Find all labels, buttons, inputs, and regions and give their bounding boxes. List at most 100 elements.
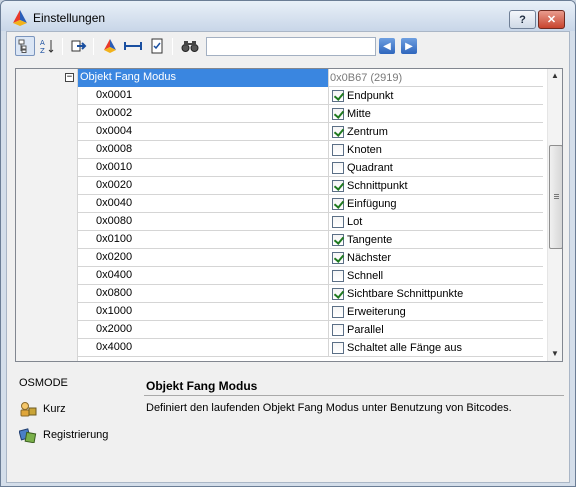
checkbox-label: Schnittpunkt (347, 179, 408, 192)
property-row[interactable]: 0x0040 Einfügung (78, 195, 543, 213)
close-button[interactable]: ✕ (538, 10, 565, 29)
property-value: Knoten (330, 141, 543, 159)
property-key: 0x0040 (78, 195, 329, 213)
property-key: 0x0004 (78, 123, 329, 141)
checkbox[interactable] (332, 270, 344, 282)
view-short-item[interactable]: Kurz (19, 401, 66, 417)
property-value: Tangente (330, 231, 543, 249)
property-key: 0x4000 (78, 339, 329, 357)
checkbox-label: Einfügung (347, 197, 397, 210)
toolbar-separator (93, 38, 94, 55)
property-row[interactable]: 0x0004 Zentrum (78, 123, 543, 141)
property-key: 0x0002 (78, 105, 329, 123)
checkbox[interactable] (332, 144, 344, 156)
checkbox-label: Endpunkt (347, 89, 394, 102)
property-key: 0x0200 (78, 249, 329, 267)
previous-icon: ◀ (383, 40, 391, 52)
property-row[interactable]: 0x0001 Endpunkt (78, 87, 543, 105)
checkbox-label: Tangente (347, 233, 393, 246)
import-icon[interactable] (100, 36, 120, 56)
checkbox-label: Knoten (347, 143, 382, 156)
next-icon: ▶ (405, 40, 413, 52)
app-icon (13, 10, 27, 26)
scroll-thumb[interactable] (549, 145, 562, 249)
property-row[interactable]: 0x0010 Quadrant (78, 159, 543, 177)
property-value: Quadrant (330, 159, 543, 177)
range-icon[interactable] (123, 36, 143, 56)
find-icon[interactable] (180, 36, 200, 56)
property-value: Nächster (330, 249, 543, 267)
system-variable-name: OSMODE (19, 377, 68, 389)
checkbox-label: Zentrum (347, 125, 388, 138)
lock-user-icon (20, 402, 37, 417)
property-row[interactable]: 0x0400 Schnell (78, 267, 543, 285)
property-row[interactable]: 0x0020 Schnittpunkt (78, 177, 543, 195)
property-group-row[interactable]: Objekt Fang Modus 0x0B67 (2919) (78, 69, 543, 87)
toolbar: AZ ◀ ▶ (13, 34, 563, 58)
checkbox[interactable] (332, 126, 344, 138)
checkbox-label: Lot (347, 215, 363, 228)
property-value: Zentrum (330, 123, 543, 141)
checkbox[interactable] (332, 252, 344, 264)
property-value: Schnittpunkt (330, 177, 543, 195)
svg-text:A: A (40, 39, 45, 47)
view-registry-label: Registrierung (43, 429, 109, 441)
property-key: 0x0020 (78, 177, 329, 195)
property-value: Einfügung (330, 195, 543, 213)
property-row[interactable]: 0x0200 Nächster (78, 249, 543, 267)
checkbox[interactable] (332, 162, 344, 174)
property-value: Parallel (330, 321, 543, 339)
property-key: 0x2000 (78, 321, 329, 339)
checkbox[interactable] (332, 90, 344, 102)
property-value: Sichtbare Schnittpunkte (330, 285, 543, 303)
checklist-icon[interactable] (147, 36, 167, 56)
grid-gutter (16, 69, 78, 361)
checkbox-label: Sichtbare Schnittpunkte (347, 287, 464, 300)
view-registry-item[interactable]: Registrierung (19, 427, 108, 443)
checkbox[interactable] (332, 324, 344, 336)
categorized-icon[interactable] (15, 36, 35, 56)
property-row[interactable]: 0x4000 Schaltet alle Fänge aus (78, 339, 543, 357)
alphabetical-icon[interactable]: AZ (37, 36, 57, 56)
property-value: Schnell (330, 267, 543, 285)
property-row[interactable]: 0x0080 Lot (78, 213, 543, 231)
property-value: Mitte (330, 105, 543, 123)
checkbox-label: Schaltet alle Fänge aus (347, 341, 462, 354)
description-title: Objekt Fang Modus (146, 379, 258, 393)
description-text: Definiert den laufenden Objekt Fang Modu… (146, 402, 512, 414)
vertical-scrollbar[interactable]: ▲ ▼ (547, 69, 562, 361)
previous-button[interactable]: ◀ (379, 38, 395, 54)
property-row[interactable]: 0x0008 Knoten (78, 141, 543, 159)
export-icon[interactable] (69, 36, 89, 56)
property-key: 0x0008 (78, 141, 329, 159)
property-row[interactable]: 0x0100 Tangente (78, 231, 543, 249)
settings-window: Einstellungen ? ✕ AZ ◀ ▶ − Objekt Fang M… (0, 0, 576, 487)
collapse-icon[interactable]: − (65, 73, 74, 82)
scroll-down-icon[interactable]: ▼ (551, 349, 559, 358)
checkbox[interactable] (332, 108, 344, 120)
checkbox-label: Nächster (347, 251, 392, 264)
registry-icon (19, 428, 37, 443)
search-input[interactable] (206, 37, 376, 56)
help-icon: ? (519, 13, 526, 26)
checkbox[interactable] (332, 198, 344, 210)
property-key: 0x0010 (78, 159, 329, 177)
checkbox-label: Quadrant (347, 161, 393, 174)
scroll-up-icon[interactable]: ▲ (551, 71, 559, 80)
next-button[interactable]: ▶ (401, 38, 417, 54)
property-row[interactable]: 0x0800 Sichtbare Schnittpunkte (78, 285, 543, 303)
checkbox[interactable] (332, 216, 344, 228)
help-button[interactable]: ? (509, 10, 536, 29)
property-row[interactable]: 0x1000 Erweiterung (78, 303, 543, 321)
property-key: 0x0400 (78, 267, 329, 285)
checkbox[interactable] (332, 180, 344, 192)
checkbox[interactable] (332, 342, 344, 354)
checkbox[interactable] (332, 306, 344, 318)
close-icon: ✕ (546, 14, 557, 26)
property-row[interactable]: 0x2000 Parallel (78, 321, 543, 339)
property-value: Endpunkt (330, 87, 543, 105)
description-divider (144, 395, 564, 396)
property-row[interactable]: 0x0002 Mitte (78, 105, 543, 123)
checkbox[interactable] (332, 234, 344, 246)
checkbox[interactable] (332, 288, 344, 300)
